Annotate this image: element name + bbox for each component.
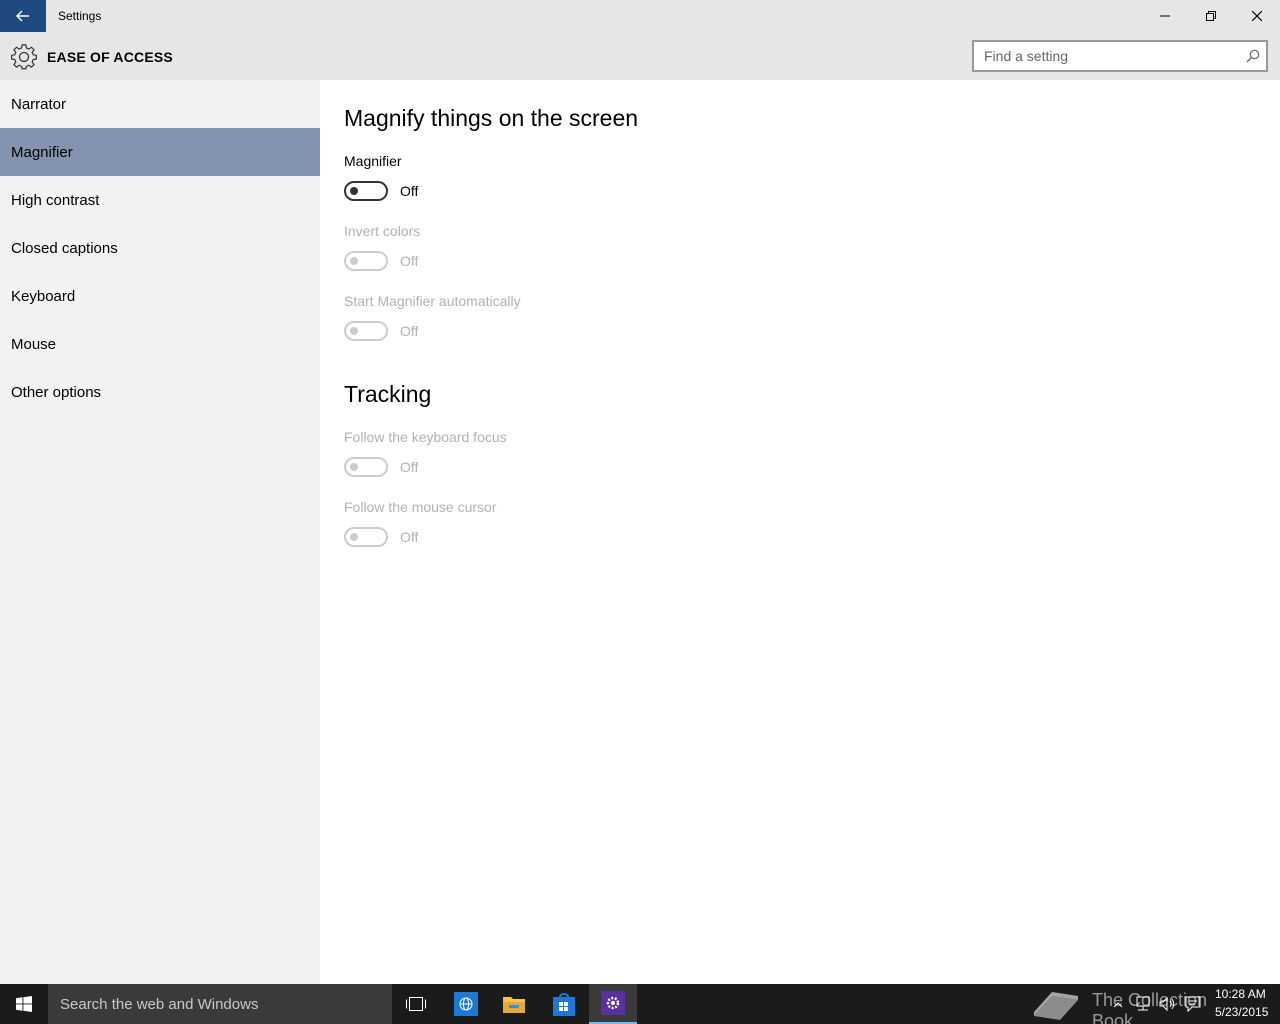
search-input[interactable] [974, 42, 1236, 70]
sidebar-item-high-contrast[interactable]: High contrast [0, 176, 320, 224]
sidebar-item-closed-captions[interactable]: Closed captions [0, 224, 320, 272]
taskbar-file-explorer[interactable] [490, 984, 538, 1024]
toggle-knob [350, 257, 358, 265]
taskbar-search-box[interactable]: Search the web and Windows [48, 984, 392, 1024]
section-title: EASE OF ACCESS [47, 49, 173, 65]
gear-icon [11, 44, 37, 70]
toggle-knob [350, 187, 358, 195]
follow-mouse-cursor-label: Follow the mouse cursor [344, 499, 497, 515]
close-button[interactable] [1234, 0, 1280, 32]
restore-icon [1206, 11, 1216, 21]
network-icon[interactable] [1134, 994, 1152, 1014]
sidebar-item-narrator[interactable]: Narrator [0, 80, 320, 128]
chevron-up-icon[interactable] [1112, 994, 1124, 1014]
taskbar-search-placeholder: Search the web and Windows [60, 996, 259, 1013]
follow-mouse-cursor-state: Off [400, 529, 419, 545]
taskbar-browser[interactable] [442, 984, 490, 1024]
folder-icon [503, 997, 525, 1013]
volume-icon[interactable] [1158, 994, 1178, 1014]
globe-icon [454, 992, 478, 1016]
sidebar-item-keyboard[interactable]: Keyboard [0, 272, 320, 320]
taskbar-store[interactable] [540, 984, 588, 1024]
book-icon [1034, 992, 1078, 1020]
page-header: EASE OF ACCESS [0, 32, 1280, 80]
magnifier-label: Magnifier [344, 153, 402, 169]
sidebar: Narrator Magnifier High contrast Closed … [0, 80, 320, 984]
follow-keyboard-focus-toggle[interactable] [344, 457, 388, 477]
action-center-icon[interactable] [1184, 994, 1202, 1014]
magnifier-toggle[interactable] [344, 181, 388, 201]
page-title: Magnify things on the screen [344, 105, 639, 131]
magnifier-state: Off [400, 183, 419, 199]
main-content: Magnify things on the screen Magnifier O… [320, 80, 1280, 984]
minimize-button[interactable] [1142, 0, 1188, 32]
back-arrow-icon [16, 10, 29, 22]
windows-logo-icon [16, 996, 32, 1012]
sidebar-item-magnifier[interactable]: Magnifier [0, 128, 320, 176]
settings-gear-icon [601, 991, 625, 1015]
clock-time[interactable]: 10:28 AM [1215, 987, 1266, 1001]
follow-keyboard-focus-label: Follow the keyboard focus [344, 429, 507, 445]
toggle-knob [350, 463, 358, 471]
start-button[interactable] [0, 984, 48, 1024]
start-magnifier-automatically-label: Start Magnifier automatically [344, 293, 521, 309]
search-icon[interactable] [1246, 49, 1260, 63]
toggle-knob [350, 327, 358, 335]
invert-colors-toggle[interactable] [344, 251, 388, 271]
sidebar-item-mouse[interactable]: Mouse [0, 320, 320, 368]
invert-colors-label: Invert colors [344, 223, 421, 239]
restore-button[interactable] [1188, 0, 1234, 32]
follow-keyboard-focus-state: Off [400, 459, 419, 475]
invert-colors-state: Off [400, 253, 419, 269]
start-magnifier-automatically-state: Off [400, 323, 419, 339]
tracking-heading: Tracking [344, 381, 432, 407]
taskbar: Search the web and Windows The Collectio… [0, 984, 1280, 1024]
store-icon [553, 993, 575, 1016]
sidebar-item-other-options[interactable]: Other options [0, 368, 320, 416]
task-view-button[interactable] [392, 984, 440, 1024]
task-view-icon [406, 997, 426, 1011]
start-magnifier-automatically-toggle[interactable] [344, 321, 388, 341]
back-button[interactable] [0, 0, 46, 32]
close-icon [1252, 11, 1262, 21]
follow-mouse-cursor-toggle[interactable] [344, 527, 388, 547]
search-box[interactable] [972, 40, 1268, 72]
minimize-icon [1160, 15, 1170, 17]
window-title: Settings [58, 9, 102, 23]
title-bar: Settings [0, 0, 1280, 32]
taskbar-settings[interactable] [589, 984, 637, 1024]
clock-date[interactable]: 5/23/2015 [1215, 1005, 1268, 1019]
toggle-knob [350, 533, 358, 541]
